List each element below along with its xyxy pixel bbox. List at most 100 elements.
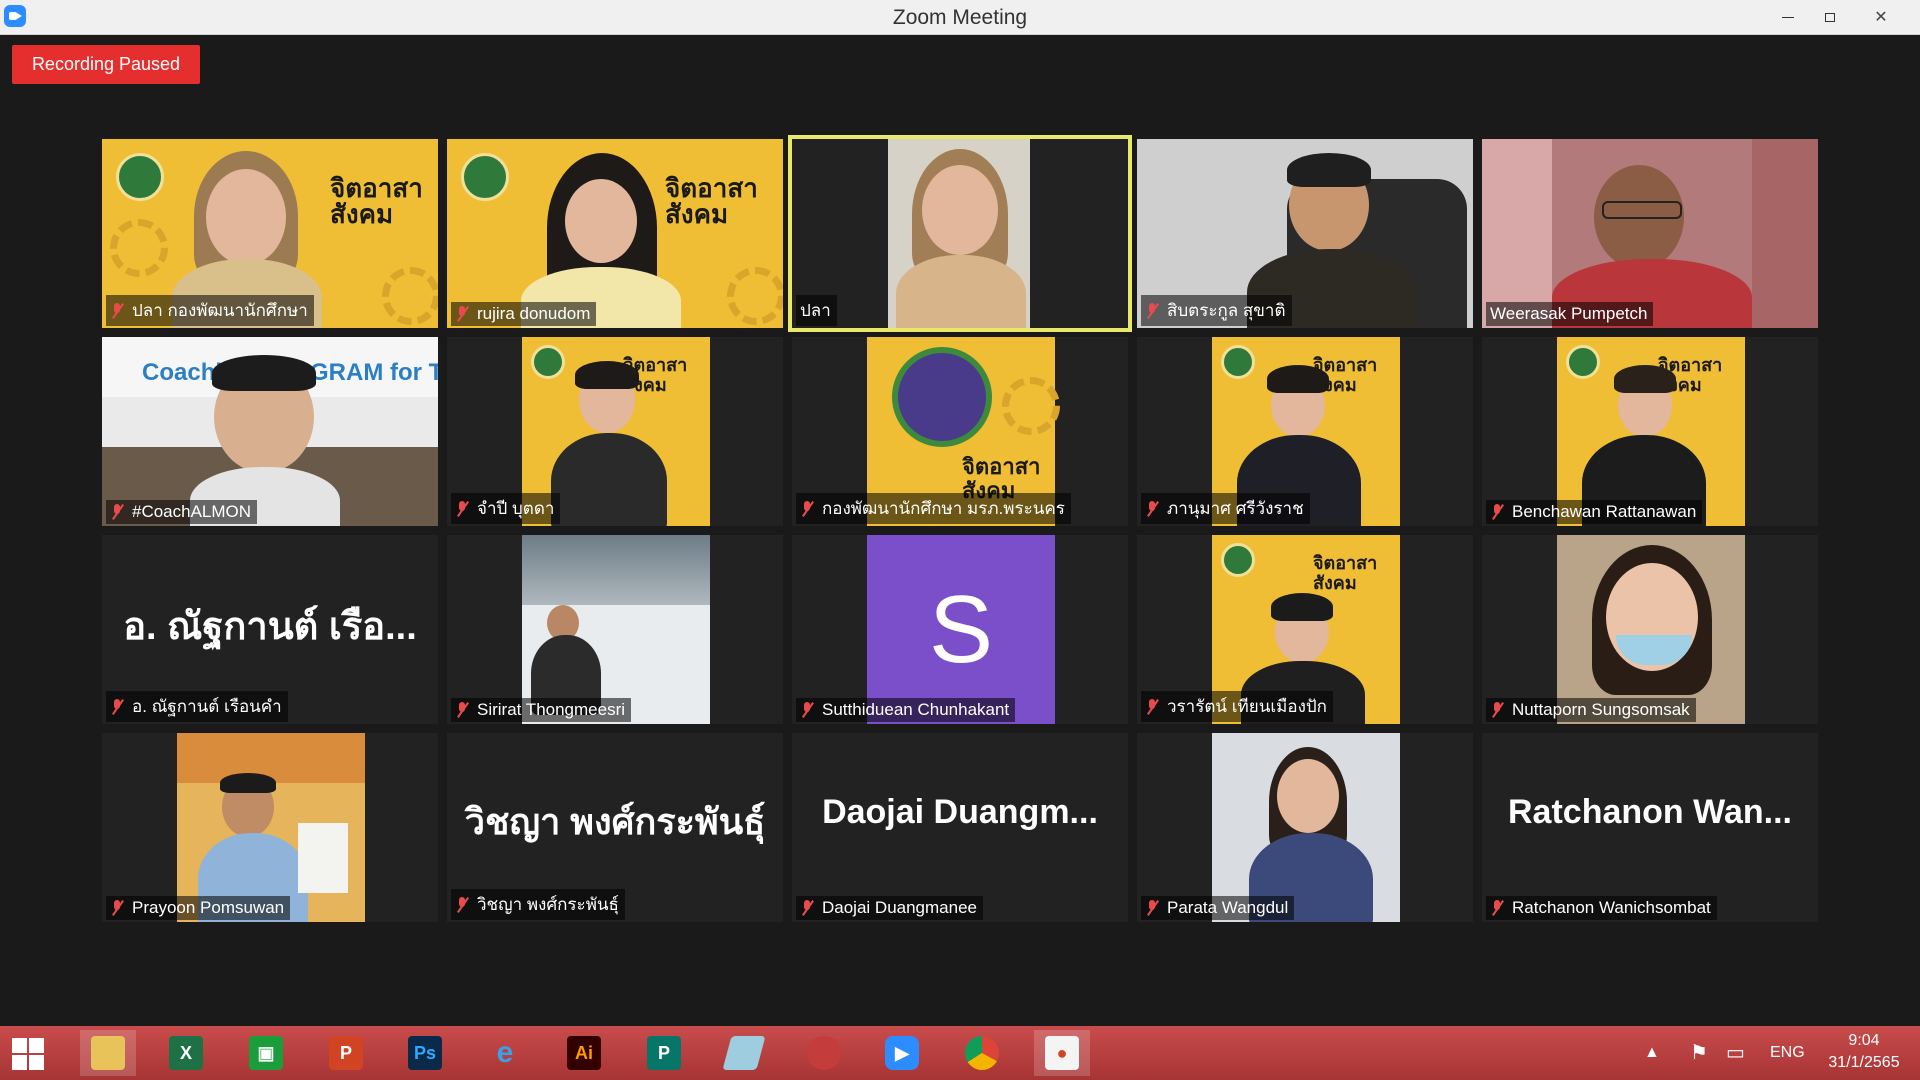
participant-name: วรารัตน์ เทียนเมืองปัก [1141,691,1333,722]
muted-mic-icon [1490,702,1504,718]
video-tile[interactable]: จิตอาสา สังคม ภานุมาศ ศรีวังราช [1137,337,1473,526]
zoom-icon: ▶ [885,1036,919,1070]
chrome-button[interactable] [954,1030,1010,1076]
muted-mic-icon [1145,900,1159,916]
participant-name: Sirirat Thongmeesri [451,698,632,722]
photoshop-button[interactable]: Ps [397,1030,453,1076]
banner-text: จิตอาสา สังคม [665,173,758,229]
store-icon: ▣ [249,1036,283,1070]
maximize-button[interactable] [1807,0,1853,34]
participant-name: จำปี บุตดา [451,493,561,524]
windows-logo-icon [12,1038,27,1053]
participant-name: กองพัฒนานักศึกษา มรภ.พระนคร [796,493,1071,524]
illustrator-button[interactable]: Ai [556,1030,612,1076]
muted-mic-icon [1490,504,1504,520]
action-center-flag-icon[interactable]: ⚑ [1690,1040,1708,1065]
muted-mic-icon [455,896,469,913]
video-tile[interactable]: จิตอาสา สังคม วรารัตน์ เทียนเมืองปัก [1137,535,1473,724]
muted-mic-icon [110,302,124,319]
video-tile[interactable]: จิตอาสา สังคม ปลา กองพัฒนานักศึกษา [102,139,438,328]
video-tile[interactable]: จิตอาสา สังคม rujira donudom [447,139,783,328]
photoscape-button[interactable] [796,1030,852,1076]
video-tile-camera-off[interactable]: Ratchanon Wan... Ratchanon Wanichsombat [1482,733,1818,922]
system-clock[interactable]: 9:04 31/1/2565 [1808,1030,1920,1074]
participant-body [551,433,667,526]
participant-hair [1267,365,1329,393]
muted-mic-icon [800,702,814,718]
muted-mic-icon [455,306,469,322]
banner-text: จิตอาสา สังคม [1313,553,1378,593]
muted-mic-icon [800,500,814,517]
paint-button[interactable]: ● [1034,1030,1090,1076]
internet-explorer-button[interactable]: e [477,1030,533,1076]
video-tile-camera-off[interactable]: S Sutthiduean Chunhakant [792,535,1128,724]
video-tile[interactable]: Weerasak Pumpetch [1482,139,1818,328]
folder-icon [91,1036,125,1070]
clock-time: 9:04 [1848,1032,1880,1049]
video-tile[interactable]: จิตอาสา สังคม จำปี บุตดา [447,337,783,526]
internet-explorer-icon: e [496,1036,514,1069]
video-tile[interactable]: จิตอาสา สังคม Benchawan Rattanawan [1482,337,1818,526]
video-tile[interactable]: สิบตระกูล สุขาติ [1137,139,1473,328]
video-tile[interactable]: จิตอาสา สังคม กองพัฒนานักศึกษา มรภ.พระนคร [792,337,1128,526]
participant-display-name: Daojai Duangm... [822,793,1098,831]
participant-face [206,169,286,265]
participant-face [922,165,998,255]
muted-mic-icon [1145,698,1159,715]
flower-backdrop [177,733,365,783]
video-tile-camera-off[interactable]: อ. ณัฐกานต์ เรือ... อ. ณัฐกานต์ เรือนคำ [102,535,438,724]
video-tile[interactable]: Nuttaporn Sungsomsak [1482,535,1818,724]
muted-mic-icon [1145,302,1159,319]
university-seal [892,347,992,447]
title-bar: Zoom Meeting ✕ [0,0,1920,35]
video-tile-active-speaker[interactable]: ปลา [788,135,1132,332]
podium-paper [298,823,348,893]
participant-name: วิชญา พงศ์กระพันธุ์ [451,889,625,920]
participant-name: Benchawan Rattanawan [1486,500,1703,524]
video-tile-camera-off[interactable]: วิชญา พงศ์กระพันธุ์ วิชญา พงศ์กระพันธุ์ [447,733,783,922]
participant-name: Sutthiduean Chunhakant [796,698,1016,722]
recording-status-button[interactable]: Recording Paused [12,45,200,84]
file-explorer-button[interactable] [80,1030,136,1076]
photoshop-icon: Ps [408,1036,442,1070]
participant-hair [220,773,276,793]
video-tile[interactable]: Sirirat Thongmeesri [447,535,783,724]
glasses [1602,201,1682,219]
banner-text: จิตอาสา สังคม [330,173,423,229]
powerpoint-button[interactable]: P [318,1030,374,1076]
close-button[interactable]: ✕ [1858,0,1904,34]
curtain [1752,139,1818,328]
video-tile[interactable]: Parata Wangdul [1137,733,1473,922]
video-tile[interactable]: Prayoon Pomsuwan [102,733,438,922]
eraser-app-button[interactable] [716,1030,772,1076]
participant-name: #CoachALMON [106,500,258,524]
university-logo [1221,543,1255,577]
participant-name: Nuttaporn Sungsomsak [1486,698,1696,722]
store-button[interactable]: ▣ [238,1030,294,1076]
muted-mic-icon [455,702,469,718]
participant-face [565,179,637,263]
excel-button[interactable]: X [158,1030,214,1076]
publisher-icon: P [647,1036,681,1070]
video-tile-camera-off[interactable]: Daojai Duangm... Daojai Duangmanee [792,733,1128,922]
university-logo [1566,345,1600,379]
minimize-button[interactable] [1765,0,1811,34]
network-icon[interactable]: ▭ [1726,1040,1745,1065]
participant-display-name: อ. ณัฐกานต์ เรือ... [123,606,417,648]
participant-name: อ. ณัฐกานต์ เรือนคำ [106,691,288,722]
participant-hair [1614,365,1676,393]
participant-hair [1271,593,1333,621]
publisher-button[interactable]: P [636,1030,692,1076]
muted-mic-icon [110,698,124,715]
video-tile[interactable]: Coaching PROGRAM for Trainer #CoachALMON [102,337,438,526]
participant-display-name: Ratchanon Wan... [1508,793,1792,831]
participant-name: ภานุมาศ ศรีวังราช [1141,493,1310,524]
powerpoint-icon: P [329,1036,363,1070]
zoom-button[interactable]: ▶ [874,1030,930,1076]
windows-start-button[interactable] [12,1038,44,1070]
participant-name: สิบตระกูล สุขาติ [1141,295,1292,326]
participant-name: Daojai Duangmanee [796,896,983,920]
show-hidden-icons-button[interactable]: ▲ [1644,1044,1660,1062]
language-indicator[interactable]: ENG [1770,1044,1805,1062]
university-logo [461,153,509,201]
